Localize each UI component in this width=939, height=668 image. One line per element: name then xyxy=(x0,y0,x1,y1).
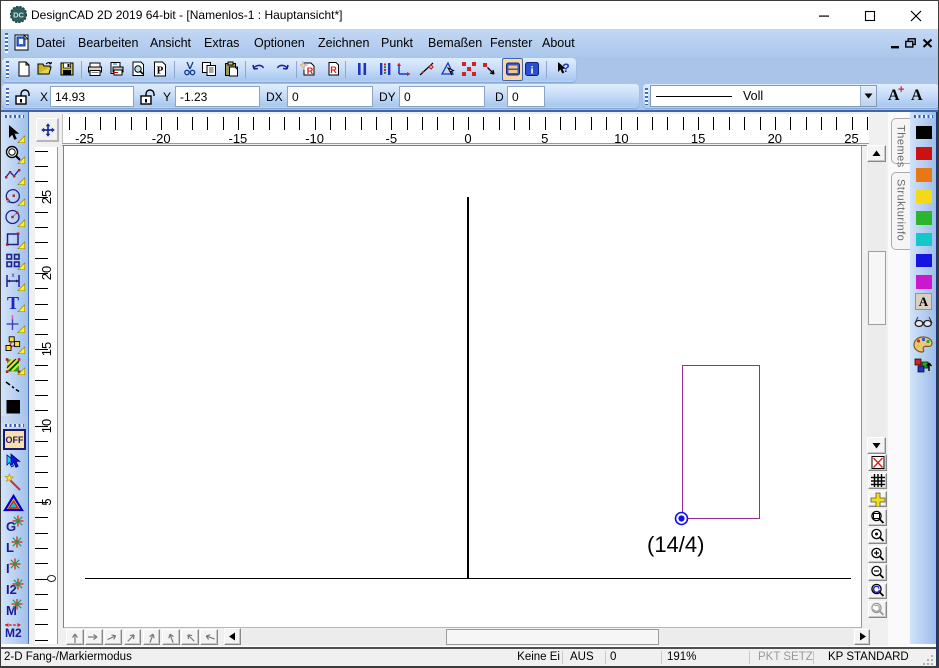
svg-text:x: x xyxy=(12,273,15,279)
svg-text:R: R xyxy=(330,65,337,75)
svg-text:I: I xyxy=(6,561,10,576)
svg-text:DC: DC xyxy=(13,11,24,20)
svg-text:i: i xyxy=(530,65,533,77)
svg-text:R: R xyxy=(307,66,314,76)
svg-text:M2: M2 xyxy=(5,626,22,640)
svg-text:P: P xyxy=(156,65,163,77)
svg-text:T: T xyxy=(7,293,19,312)
svg-text:?: ? xyxy=(562,61,569,75)
